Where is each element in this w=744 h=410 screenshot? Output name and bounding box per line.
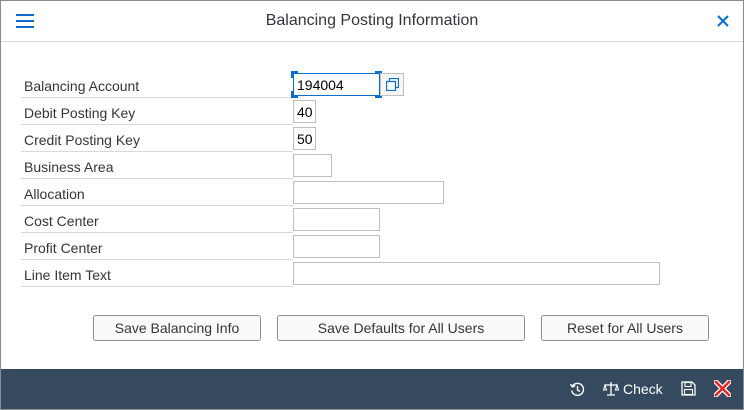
cost-center-input[interactable] [293,208,380,231]
row-line-item-text: Line Item Text [21,260,293,287]
allocation-label: Allocation [24,186,85,202]
floppy-disk-icon[interactable] [681,381,696,396]
business-area-input[interactable] [293,154,332,177]
value-help-icon [386,78,399,91]
credit-posting-key-label: Credit Posting Key [24,132,140,148]
row-profit-center: Profit Center [21,233,293,260]
profit-center-input[interactable] [293,235,380,258]
reset-all-users-button[interactable]: Reset for All Users [541,315,709,341]
history-icon[interactable] [569,381,586,398]
allocation-input[interactable] [293,181,444,204]
credit-posting-key-input[interactable] [293,127,316,150]
balancing-posting-dialog: Balancing Posting Information Balancing … [0,0,744,410]
balancing-account-label: Balancing Account [24,78,140,94]
save-balancing-info-button[interactable]: Save Balancing Info [93,315,261,341]
footer-toolbar: Check [1,369,743,409]
check-label: Check [623,381,663,397]
row-cost-center: Cost Center [21,206,293,233]
dialog-title: Balancing Posting Information [265,12,479,29]
business-area-label: Business Area [24,159,114,175]
line-item-text-label: Line Item Text [24,267,111,283]
cancel-x-icon[interactable] [714,380,731,397]
profit-center-label: Profit Center [24,240,103,256]
save-defaults-all-users-button[interactable]: Save Defaults for All Users [277,315,525,341]
row-allocation: Allocation [21,179,293,206]
debit-posting-key-label: Debit Posting Key [24,105,136,121]
row-business-area: Business Area [21,152,293,179]
row-balancing-account: Balancing Account [21,71,293,98]
debit-posting-key-input[interactable] [293,100,316,123]
dialog-header: Balancing Posting Information [1,1,743,42]
balancing-account-value-help-button[interactable] [380,73,404,96]
cost-center-label: Cost Center [24,213,99,229]
close-icon[interactable] [714,12,732,30]
row-credit-posting-key: Credit Posting Key [21,125,293,152]
balance-scale-icon [603,382,619,396]
balancing-account-input[interactable] [293,73,380,96]
line-item-text-input[interactable] [293,262,660,285]
row-debit-posting-key: Debit Posting Key [21,98,293,125]
